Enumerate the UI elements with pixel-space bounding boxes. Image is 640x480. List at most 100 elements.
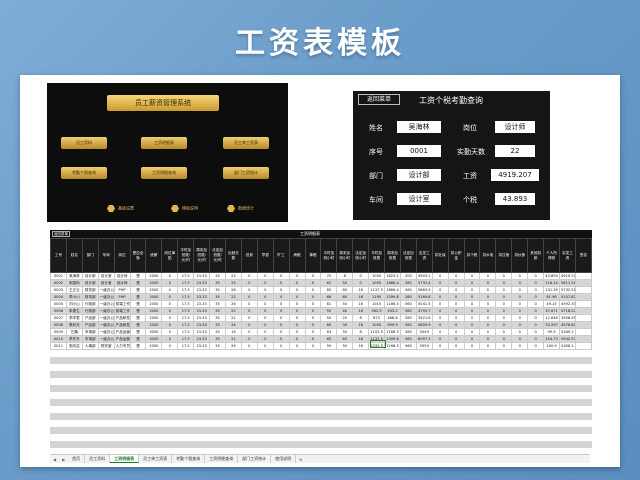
table-cell[interactable]: 1015 bbox=[368, 300, 386, 308]
table-row[interactable]: 0010李东东市场部一级办公室产品运营是3000017.523.33352100… bbox=[50, 335, 593, 343]
back-to-menu-button[interactable]: 返回菜单 bbox=[358, 94, 400, 105]
table-cell[interactable]: 0 bbox=[479, 342, 497, 350]
table-cell[interactable]: 0 bbox=[463, 328, 481, 336]
table-cell[interactable]: 0007 bbox=[50, 314, 67, 322]
table-cell[interactable]: 962.5 bbox=[368, 307, 386, 315]
table-cell[interactable]: 17.5 bbox=[177, 335, 195, 343]
table-cell[interactable]: 一级办公室 bbox=[97, 314, 115, 322]
table-cell[interactable]: 35 bbox=[209, 279, 226, 287]
attendance-tax-query-button[interactable]: 考勤个税查询 bbox=[61, 167, 107, 179]
table-cell[interactable]: 人事部 bbox=[81, 342, 99, 350]
table-cell[interactable]: 0 bbox=[447, 307, 465, 315]
prev-sheet-icon[interactable]: ◀ bbox=[50, 457, 59, 462]
table-cell[interactable]: 0 bbox=[161, 286, 179, 294]
table-cell[interactable]: 人力专员 bbox=[113, 342, 131, 350]
table-cell[interactable]: 0 bbox=[256, 342, 274, 350]
table-cell[interactable]: 设计师 bbox=[113, 272, 131, 280]
table-cell[interactable]: PHP bbox=[113, 286, 131, 294]
table-cell[interactable]: 0 bbox=[495, 293, 513, 301]
table-cell[interactable]: 2000 bbox=[145, 279, 163, 287]
table-cell[interactable]: 17.5 bbox=[177, 321, 195, 329]
table-cell[interactable]: 是 bbox=[129, 335, 147, 343]
table-cell[interactable]: 0 bbox=[161, 321, 179, 329]
column-header[interactable]: 早退 bbox=[256, 238, 274, 273]
table-cell[interactable]: 0 bbox=[161, 342, 179, 350]
table-cell[interactable]: 0 bbox=[288, 300, 306, 308]
table-row[interactable]: 0002 朱国尚 设计部 设计室 设计师是 2000 0 17.5 23.33 35 25 0 0 0 0 0… bbox=[50, 279, 593, 287]
table-cell[interactable]: 前端工作 bbox=[113, 300, 131, 308]
table-cell[interactable]: 560 bbox=[399, 286, 417, 294]
table-cell[interactable]: 560 bbox=[399, 321, 417, 329]
table-cell[interactable]: 12.648 bbox=[543, 314, 560, 322]
table-cell[interactable]: 0 bbox=[304, 279, 322, 287]
table-cell[interactable]: 280 bbox=[399, 314, 417, 322]
table-cell[interactable]: 一级办公室 bbox=[97, 321, 115, 329]
table-cell[interactable]: 1866.4 bbox=[384, 279, 401, 287]
table-cell[interactable]: 0 bbox=[479, 279, 497, 287]
data-stats-link[interactable]: 数据统计 bbox=[227, 205, 254, 212]
table-cell[interactable]: 4576.603 bbox=[559, 321, 576, 329]
table-cell[interactable]: 23.33 bbox=[193, 279, 211, 287]
table-cell[interactable]: 5169.8 bbox=[415, 293, 433, 301]
table-cell[interactable]: 0 bbox=[288, 342, 306, 350]
table-cell[interactable]: 0 bbox=[272, 272, 290, 280]
table-cell[interactable]: 3000 bbox=[145, 335, 163, 343]
column-header[interactable]: 平时加班小时 bbox=[320, 238, 338, 273]
table-cell[interactable]: 0 bbox=[463, 321, 481, 329]
table-cell[interactable]: 1166.5 bbox=[384, 300, 401, 308]
table-cell[interactable]: 蔡利光 bbox=[65, 321, 83, 329]
table-cell[interactable]: 35 bbox=[209, 321, 226, 329]
table-cell[interactable]: 30 bbox=[336, 321, 354, 329]
table-cell[interactable]: 是 bbox=[129, 342, 147, 350]
table-cell[interactable]: 65 bbox=[320, 335, 338, 343]
table-cell[interactable]: 0 bbox=[352, 279, 370, 287]
column-header[interactable]: 签名 bbox=[574, 238, 593, 273]
column-header[interactable]: 事假 bbox=[304, 238, 322, 273]
table-cell[interactable]: 0 bbox=[161, 328, 179, 336]
table-cell[interactable]: 刘小山 bbox=[65, 300, 83, 308]
table-cell[interactable]: 0 bbox=[447, 300, 465, 308]
table-cell[interactable]: 0 bbox=[272, 293, 290, 301]
column-header[interactable]: 法定加班费/元/时 bbox=[209, 238, 226, 273]
table-cell[interactable]: 设计部 bbox=[81, 279, 99, 287]
table-cell[interactable]: 0 bbox=[511, 335, 529, 343]
table-cell[interactable]: 50 bbox=[336, 328, 354, 336]
table-cell[interactable]: 0 bbox=[447, 335, 465, 343]
table-cell[interactable]: 35 bbox=[209, 314, 226, 322]
table-cell[interactable]: 0003 bbox=[50, 286, 67, 294]
table-cell[interactable]: 23.33 bbox=[193, 300, 211, 308]
table-cell[interactable]: 0 bbox=[304, 293, 322, 301]
table-cell[interactable]: 2000 bbox=[145, 286, 163, 294]
table-cell[interactable]: 朱更生 bbox=[65, 307, 83, 315]
table-cell[interactable]: 280 bbox=[399, 328, 417, 336]
table-row[interactable]: 0009乞鹏市场部一级办公室产品运营是3000017.523.333519000… bbox=[50, 328, 593, 336]
table-cell[interactable]: 16 bbox=[352, 293, 370, 301]
table-cell[interactable]: 5942.57 bbox=[559, 335, 576, 343]
table-cell[interactable]: 产品研发 bbox=[113, 314, 131, 322]
table-cell[interactable] bbox=[574, 307, 593, 315]
empty-row[interactable] bbox=[50, 420, 592, 427]
table-cell[interactable]: 0 bbox=[511, 272, 529, 280]
table-cell[interactable]: 一级办公室 bbox=[97, 300, 115, 308]
table-cell[interactable]: 280 bbox=[399, 279, 417, 287]
table-cell[interactable]: 4919.207 bbox=[559, 272, 576, 280]
table-cell[interactable]: 0 bbox=[256, 279, 274, 287]
table-cell[interactable]: 0 bbox=[431, 321, 449, 329]
table-cell[interactable]: 是 bbox=[129, 293, 147, 301]
table-cell[interactable]: 0 bbox=[527, 328, 545, 336]
column-header[interactable]: 迟到 bbox=[240, 238, 258, 273]
table-cell[interactable]: 0 bbox=[161, 279, 179, 287]
table-cell[interactable]: 0 bbox=[431, 307, 449, 315]
table-cell[interactable]: 0 bbox=[511, 307, 529, 315]
table-cell[interactable]: 是 bbox=[129, 272, 147, 280]
table-cell[interactable]: 0 bbox=[527, 314, 545, 322]
table-cell[interactable]: 26 bbox=[224, 286, 242, 294]
sheet-tab[interactable]: 使用说明 bbox=[271, 455, 297, 463]
empty-row[interactable] bbox=[50, 441, 592, 448]
table-cell[interactable]: 0 bbox=[240, 335, 258, 343]
table-cell[interactable]: 0 bbox=[495, 314, 513, 322]
table-cell[interactable]: 4992.35 bbox=[559, 300, 576, 308]
table-cell[interactable]: 933.2 bbox=[384, 307, 401, 315]
table-cell[interactable]: 0 bbox=[272, 314, 290, 322]
table-cell[interactable]: 0 bbox=[495, 335, 513, 343]
